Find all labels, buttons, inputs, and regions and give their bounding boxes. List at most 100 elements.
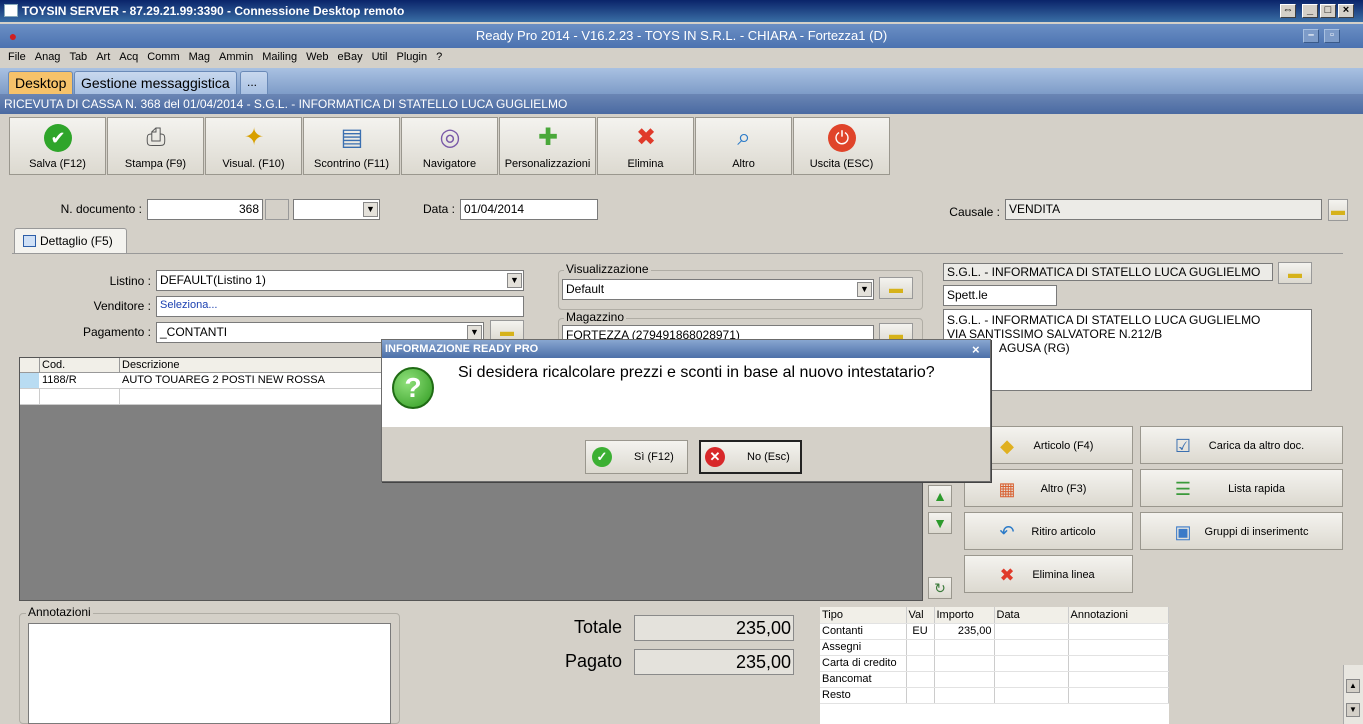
chevron-down-icon[interactable]: ▼ [507, 273, 522, 288]
app-maximize-button[interactable]: ▫ [1324, 29, 1340, 43]
rdp-close-button[interactable]: × [1338, 4, 1354, 18]
ndoc-suffix-button[interactable] [265, 199, 289, 220]
date-input[interactable]: 01/04/2014 [460, 199, 598, 220]
customer-folder-icon[interactable]: ▬ [1278, 262, 1312, 284]
pay-cell: 235,00 [934, 623, 995, 640]
toolbar-button-salva[interactable]: ✔ Salva (F12) [9, 117, 106, 175]
table-row[interactable]: Assegni [820, 639, 1169, 656]
side-button-gruppi-di-inserimentc[interactable]: ▣ Gruppi di inserimentc [1140, 512, 1343, 550]
menu-item-ammin[interactable]: Ammin [211, 48, 260, 63]
listino-select[interactable]: DEFAULT(Listino 1) [156, 270, 524, 291]
visual-folder-icon[interactable]: ▬ [879, 277, 913, 299]
pagato-value: 235,00 [634, 649, 794, 675]
side-button-label: Carica da altro doc. [1208, 440, 1305, 452]
tab-dettaglio[interactable]: Dettaglio (F5) [14, 228, 127, 254]
app-minimize-button[interactable]: – [1303, 29, 1319, 43]
move-down-icon[interactable]: ▼ [928, 512, 952, 534]
side-button-ritiro-articolo[interactable]: ↶ Ritiro articolo [964, 512, 1133, 550]
cell-descrizione: AUTO TOUAREG 2 POSTI NEW ROSSA [122, 374, 325, 386]
causale-input[interactable]: VENDITA [1005, 199, 1322, 220]
side-button-elimina-linea[interactable]: ✖ Elimina linea [964, 555, 1133, 593]
grid-col-cod: Cod. [42, 359, 66, 371]
annotazioni-label: Annotazioni [26, 605, 93, 619]
printer-icon: ⎙ [146, 124, 166, 151]
scroll-up-icon[interactable]: ▲ [1346, 679, 1360, 693]
totale-label: Totale [573, 617, 622, 637]
rdp-restore-button[interactable]: ⇔ [1280, 4, 1296, 18]
pay-cell [934, 655, 995, 672]
toolbar-button-label: Elimina [627, 158, 664, 170]
toolbar-button-uscita[interactable]: ⏻ Uscita (ESC) [793, 117, 890, 175]
calendar-icon [23, 235, 36, 247]
move-up-icon[interactable]: ▲ [928, 485, 952, 507]
rdp-maximize-button[interactable]: □ [1320, 4, 1336, 18]
pay-cell [994, 671, 1069, 688]
no-button-label: No (Esc) [747, 451, 790, 463]
question-icon: ? [392, 367, 434, 409]
toolbar-button-altro[interactable]: ⌕ Altro [695, 117, 792, 175]
menu-item-mailing[interactable]: Mailing [254, 48, 304, 63]
venditore-select[interactable]: Seleziona... [156, 296, 524, 317]
refresh-icon[interactable]: ↻ [928, 577, 952, 599]
chevron-down-icon[interactable]: ▼ [363, 202, 378, 217]
app-logo-icon: ● [8, 28, 18, 44]
pay-cell [906, 671, 935, 688]
rdp-title: TOYSIN SERVER - 87.29.21.99:3390 - Conne… [22, 4, 405, 18]
customer-address-box[interactable]: S.G.L. - INFORMATICA DI STATELLO LUCA GU… [943, 309, 1312, 391]
pay-cell: Assegni [820, 639, 907, 656]
toolbar-button-label: Uscita (ESC) [809, 158, 874, 170]
side-button-label: Altro (F3) [1040, 483, 1087, 495]
side-button-lista-rapida[interactable]: ☰ Lista rapida [1140, 469, 1343, 507]
payments-table[interactable]: Tipo Val Importo Data Annotazioni Contan… [820, 607, 1169, 724]
table-row[interactable]: Contanti EU 235,00 [820, 623, 1169, 640]
tab-gestione-messaggistica[interactable]: Gestione messaggistica [74, 71, 237, 94]
address-line: AGUSA (RG) [999, 341, 1070, 355]
menu-item-[interactable]: ? [428, 48, 449, 63]
scroll-down-icon[interactable]: ▼ [1346, 703, 1360, 717]
table-row[interactable]: Carta di credito [820, 655, 1169, 672]
causale-folder-icon[interactable]: ▬ [1328, 199, 1348, 221]
chevron-down-icon[interactable]: ▼ [857, 282, 872, 297]
table-row[interactable]: Bancomat [820, 671, 1169, 688]
toolbar-button-navigatore[interactable]: ◎ Navigatore [401, 117, 498, 175]
puzzle-icon: ✚ [537, 124, 559, 151]
venditore-label: Venditore : [93, 299, 151, 313]
yes-button[interactable]: ✓ Sì (F12) [585, 440, 688, 474]
menu-item-comm[interactable]: Comm [139, 48, 186, 63]
listino-label: Listino : [109, 274, 151, 288]
no-button[interactable]: ✕ No (Esc) [699, 440, 802, 474]
customer-name-field[interactable]: S.G.L. - INFORMATICA DI STATELLO LUCA GU… [943, 263, 1273, 281]
pay-cell: Bancomat [820, 671, 907, 688]
pay-cell [906, 655, 935, 672]
pay-cell [934, 639, 995, 656]
tab-more[interactable]: ... [240, 71, 268, 94]
scrollbar[interactable]: ▲ ▼ [1343, 665, 1363, 724]
delete-x-icon: ✖ [635, 124, 657, 151]
pay-col-val: Val [906, 607, 935, 624]
toolbar-button-label: Personalizzazioni [504, 158, 591, 170]
visual-select[interactable]: Default [562, 279, 874, 300]
pay-cell [1068, 687, 1169, 704]
chevron-down-icon[interactable]: ▼ [467, 325, 482, 340]
ndoc-input[interactable]: 368 [147, 199, 263, 220]
pay-cell [1068, 639, 1169, 656]
toolbar-button-scontrino[interactable]: ▤ Scontrino (F11) [303, 117, 400, 175]
dialog-close-button[interactable]: × [972, 342, 980, 357]
toolbar-button-label: Scontrino (F11) [314, 158, 389, 170]
toolbar-button-stampa[interactable]: ⎙ Stampa (F9) [107, 117, 204, 175]
toolbar-button-visual-[interactable]: ✦ Visual. (F10) [205, 117, 302, 175]
toolbar-button-elimina[interactable]: ✖ Elimina [597, 117, 694, 175]
annotazioni-textarea[interactable] [28, 623, 391, 724]
salutation-input[interactable]: Spett.le [943, 285, 1057, 306]
tab-desktop[interactable]: Desktop [8, 71, 74, 94]
toolbar-button-label: Salva (F12) [29, 158, 86, 170]
data-label: Data : [422, 202, 455, 216]
toolbar-button-personalizzazioni[interactable]: ✚ Personalizzazioni [499, 117, 596, 175]
search-document-icon: ⌕ [737, 124, 751, 151]
pay-cell [1068, 655, 1169, 672]
table-row[interactable]: Resto [820, 687, 1169, 704]
magazzino-group-label: Magazzino [564, 310, 627, 324]
side-button-carica-da-altro-doc-[interactable]: ☑ Carica da altro doc. [1140, 426, 1343, 464]
ndoc-label: N. documento : [60, 202, 142, 216]
rdp-minimize-button[interactable]: _ [1302, 4, 1318, 18]
